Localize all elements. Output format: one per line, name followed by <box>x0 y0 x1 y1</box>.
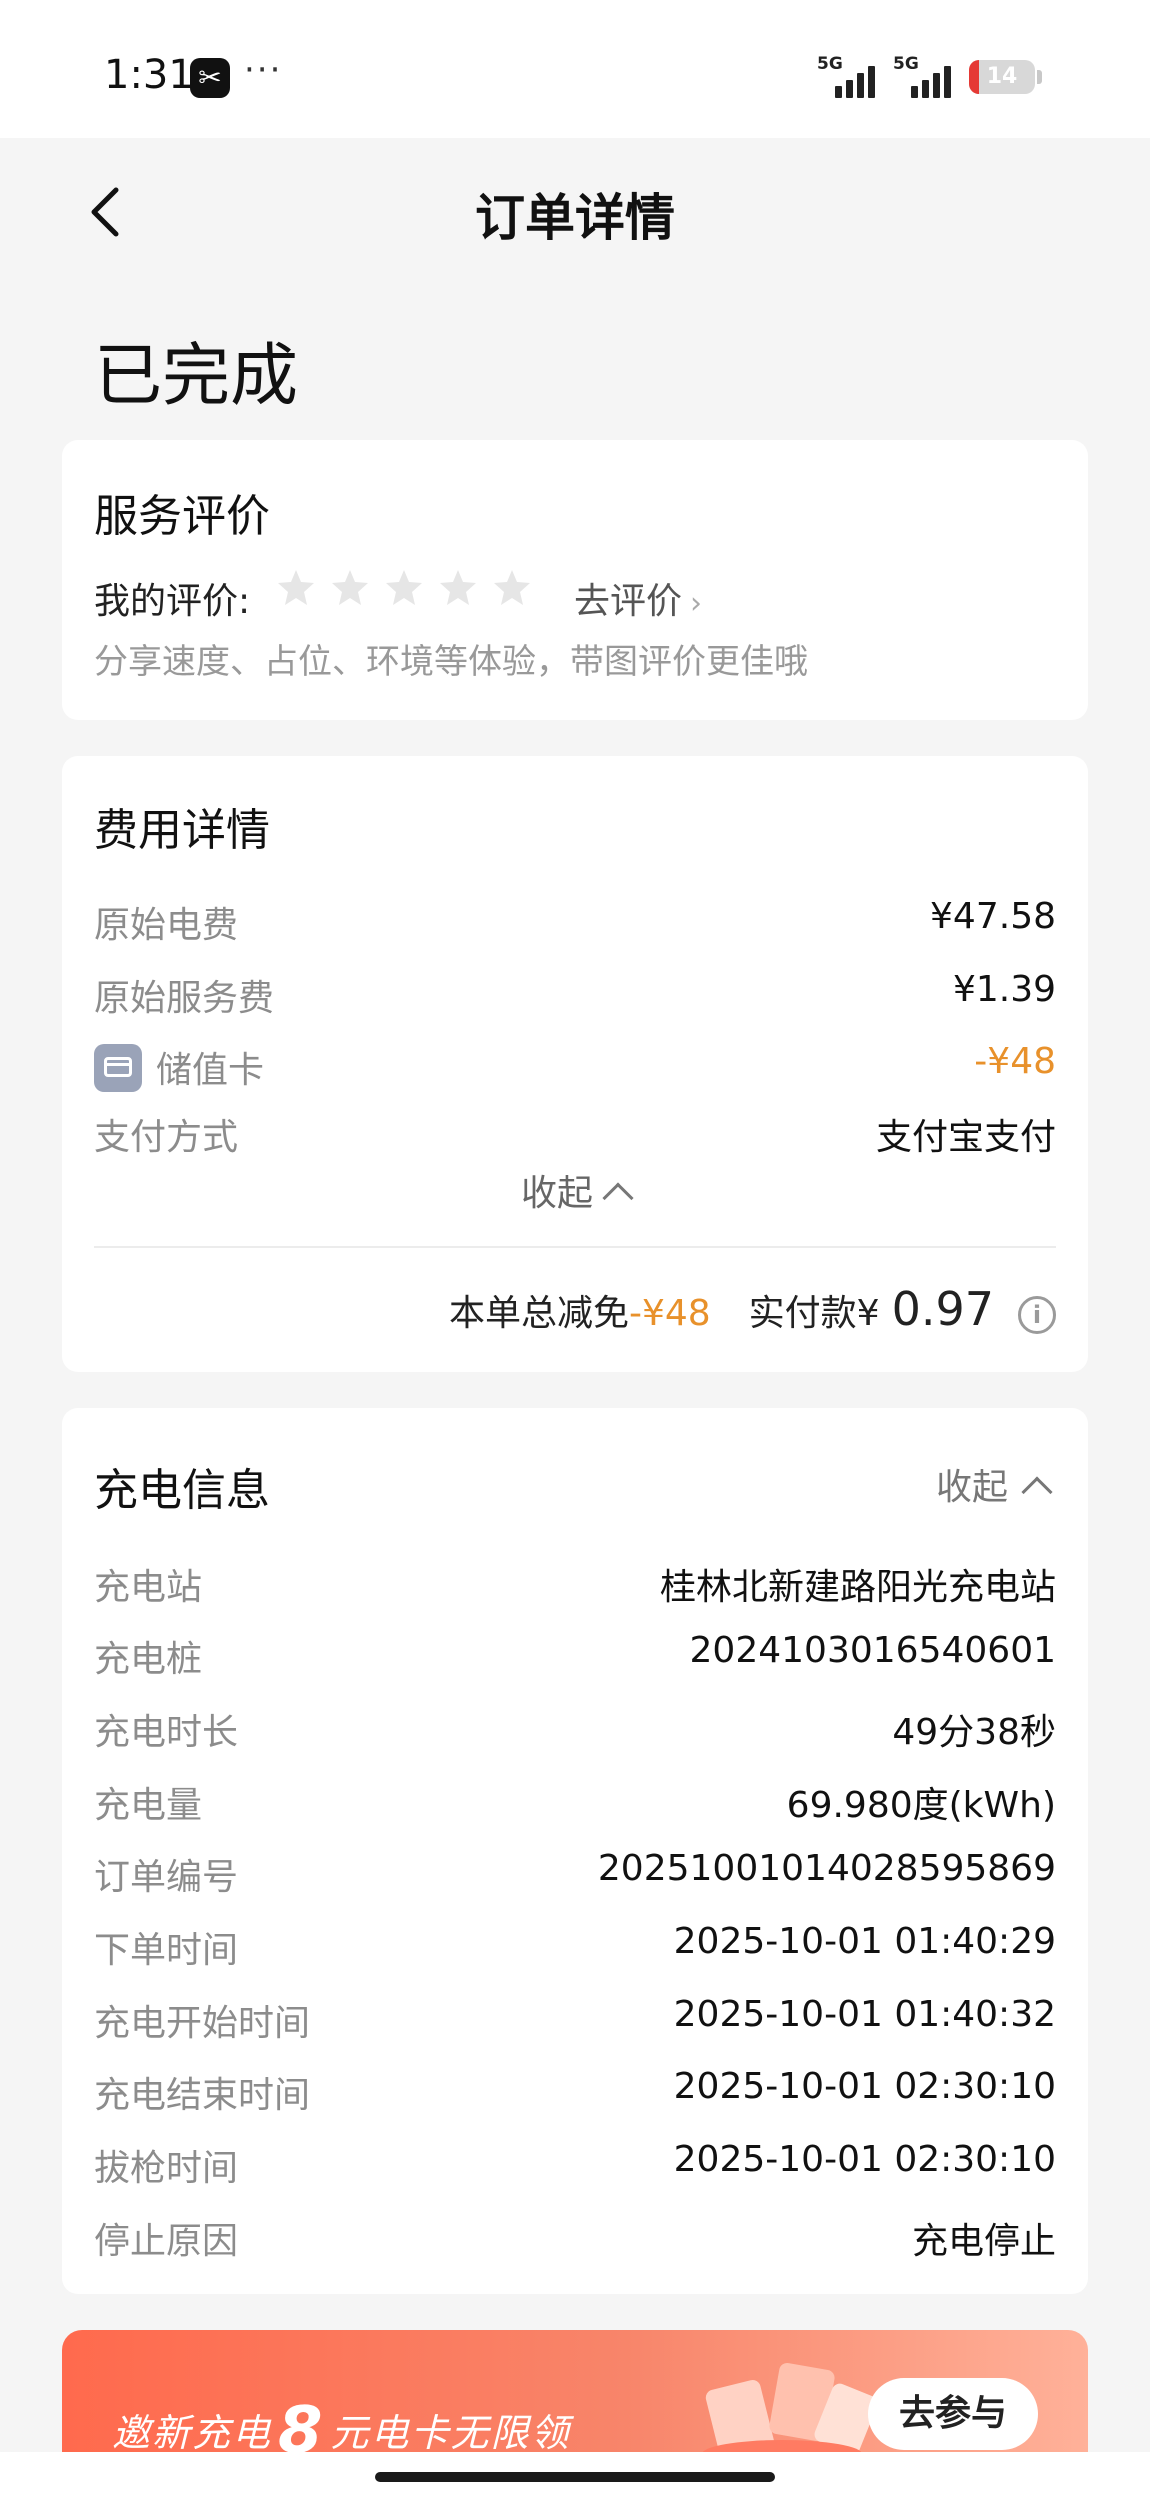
page-title: 订单详情 <box>475 189 675 247</box>
stored-value-card-icon <box>94 1044 142 1092</box>
paid-value: 0.97 <box>891 1282 994 1336</box>
charge-row-label: 充电结束时间 <box>94 2075 311 2116</box>
signal-label: 5G <box>893 54 919 74</box>
fee-title: 费用详情 <box>94 805 270 856</box>
fee-row-value: ¥1.39 <box>952 969 1056 1010</box>
star-icon[interactable] <box>384 568 424 608</box>
charge-row-value: 69.980度(kWh) <box>786 1785 1056 1826</box>
status-time: 1:31 <box>104 52 194 98</box>
charge-row-value: 2024103016540601 <box>689 1630 1056 1671</box>
charge-collapse-button[interactable]: 收起 <box>935 1458 1053 1510</box>
charge-row: 订单编号 2025100101402859586​9 <box>94 1848 1056 1898</box>
fee-row: 原始电费 ¥47.58 <box>94 896 1056 946</box>
go-review-label: 去评价 <box>574 581 683 622</box>
charge-row-label: 停止原因 <box>94 2221 239 2262</box>
fee-row-label: 支付方式 <box>94 1117 239 1158</box>
my-review-label: 我的评价: <box>94 581 251 622</box>
charge-row: 充电时长 49分38秒 <box>94 1703 1056 1753</box>
total-discount-value: -¥48 <box>628 1293 711 1334</box>
charge-row: 充电桩 2024103016540601 <box>94 1630 1056 1680</box>
chevron-up-icon <box>1021 1476 1053 1508</box>
charge-info-card: 充电信息 收起 充电站 桂林北新建路阳光充电站 充电桩 202410301654… <box>62 1408 1088 2294</box>
home-indicator[interactable] <box>375 2472 775 2482</box>
charge-row-value: 2025-10-01 01:40:29 <box>673 1921 1056 1962</box>
app-notification-icon: ✂ <box>190 58 230 98</box>
nav-bar: 订单详情 <box>0 138 1150 288</box>
divider <box>94 1246 1056 1248</box>
order-detail-page: 1:31 ✂ ··· 5G 5G 14 订单详情 已完成 服务评价 我的评价: … <box>0 0 1150 2499</box>
charge-row-label: 充电站 <box>94 1567 203 1608</box>
go-review-link[interactable]: 去评价 › <box>574 572 702 624</box>
join-button[interactable]: 去参与 <box>868 2378 1038 2450</box>
star-icon[interactable] <box>330 568 370 608</box>
fee-row-label: 原始电费 <box>94 905 239 946</box>
status-bar: 1:31 ✂ ··· 5G 5G 14 <box>0 0 1150 138</box>
banner-text: 邀新充电8 元电卡无限领 <box>112 2388 571 2468</box>
signal-label: 5G <box>817 54 843 74</box>
collapse-label: 收起 <box>935 1467 1008 1508</box>
fee-row: 支付方式 支付宝支付 <box>94 1108 1056 1158</box>
fee-row-label: 原始服务费 <box>94 978 275 1019</box>
charge-row: 充电开始时间 2025-10-01 01:40:32 <box>94 1994 1056 2044</box>
charge-row-value: 49分38秒 <box>892 1712 1056 1753</box>
fee-row: 原始服务费 ¥1.39 <box>94 969 1056 1019</box>
total-summary: 本单总减免 -¥48 实付款¥ 0.97 i <box>449 1282 1056 1336</box>
fee-row-stored-card: 储值卡 -¥48 <box>94 1041 1056 1092</box>
rating-stars[interactable] <box>276 568 532 608</box>
charge-row: 充电量 69.980度(kWh) <box>94 1776 1056 1826</box>
collapse-label: 收起 <box>520 1173 593 1214</box>
battery-level: 14 <box>986 64 1018 89</box>
charge-row: 停止原因 充电停止 <box>94 2212 1056 2262</box>
chevron-up-icon <box>602 1182 634 1214</box>
total-discount-label: 本单总减免 <box>448 1293 629 1334</box>
order-status: 已完成 <box>94 337 299 416</box>
charge-row: 下单时间 2025-10-01 01:40:29 <box>94 1921 1056 1971</box>
fee-row-value: -¥48 <box>974 1041 1056 1082</box>
paid-label: 实付款¥ <box>748 1293 880 1334</box>
battery-icon: 14 <box>969 60 1035 94</box>
charge-row-label: 充电开始时间 <box>94 2003 311 2044</box>
charge-row: 拔枪时间 2025-10-01 02:30:10 <box>94 2139 1056 2189</box>
chevron-right-icon: › <box>690 586 703 621</box>
charge-row: 充电结束时间 2025-10-01 02:30:10 <box>94 2066 1056 2116</box>
charge-row-label: 订单编号 <box>94 1857 239 1898</box>
fee-row-value: 支付宝支付 <box>875 1117 1056 1158</box>
banner-text-after: 元电卡无限领 <box>330 2411 571 2455</box>
fee-row-label: 储值卡 <box>156 1050 265 1091</box>
charge-title: 充电信息 <box>94 1465 270 1516</box>
more-notifications-icon: ··· <box>244 50 283 90</box>
signal-icon: 5G <box>893 54 955 98</box>
status-indicators: 5G 5G 14 <box>817 54 1042 98</box>
charge-row-label: 充电量 <box>94 1785 203 1826</box>
charge-row-value: 桂林北新建路阳光充电站 <box>659 1567 1056 1608</box>
star-icon[interactable] <box>492 568 532 608</box>
charge-row-value: 2025-10-01 01:40:32 <box>673 1994 1056 2035</box>
charge-row-label: 充电桩 <box>94 1639 203 1680</box>
charge-row-label: 充电时长 <box>94 1712 239 1753</box>
banner-text-before: 邀新充电 <box>112 2411 273 2455</box>
star-icon[interactable] <box>438 568 478 608</box>
fee-collapse-button[interactable]: 收起 <box>62 1164 1088 1216</box>
charge-row: 充电站 桂林北新建路阳光充电站 <box>94 1558 1056 1608</box>
charge-row-value: 充电停止 <box>911 2221 1056 2262</box>
charge-row-value: 2025-10-01 02:30:10 <box>673 2066 1056 2107</box>
charge-row-label: 下单时间 <box>94 1930 239 1971</box>
signal-icon: 5G <box>817 54 879 98</box>
info-icon[interactable]: i <box>1018 1296 1056 1334</box>
charge-row-value: 2025100101402859586​9 <box>597 1848 1056 1889</box>
charge-row-label: 拔枪时间 <box>94 2148 239 2189</box>
fee-row-value: ¥47.58 <box>930 896 1056 937</box>
fee-detail-card: 费用详情 原始电费 ¥47.58 原始服务费 ¥1.39 储值卡 -¥48 支付… <box>62 756 1088 1372</box>
review-card: 服务评价 我的评价: 去评价 › 分享速度、占位、环境等体验，带图评价更佳哦 <box>62 440 1088 720</box>
review-title: 服务评价 <box>94 491 270 542</box>
review-hint: 分享速度、占位、环境等体验，带图评价更佳哦 <box>94 642 808 682</box>
charge-row-value: 2025-10-01 02:30:10 <box>673 2139 1056 2180</box>
star-icon[interactable] <box>276 568 316 608</box>
